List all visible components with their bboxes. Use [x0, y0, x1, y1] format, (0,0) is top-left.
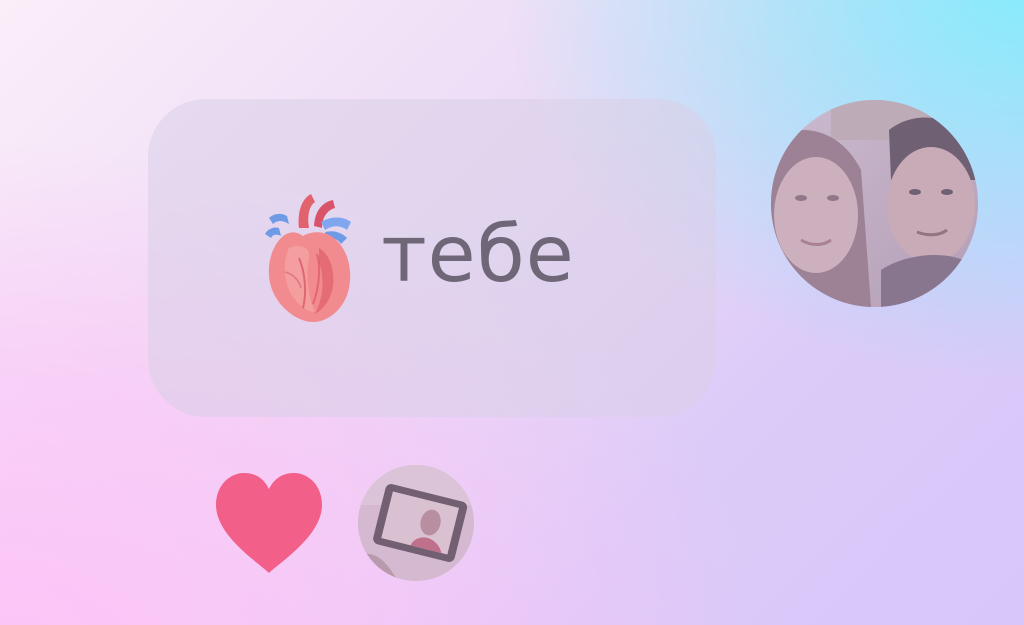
sender-avatar[interactable]: [771, 100, 978, 307]
message-bubble[interactable]: тебе: [148, 99, 716, 417]
chat-scene: тебе: [0, 0, 1024, 625]
heart-icon[interactable]: [212, 469, 326, 577]
message-text: тебе: [381, 210, 575, 300]
anatomical-heart-icon: [265, 194, 352, 322]
reaction-row: [212, 465, 474, 581]
reactor-avatar[interactable]: [358, 465, 474, 581]
photo-frame-avatar: [358, 465, 474, 581]
couple-photo-avatar: [771, 100, 978, 307]
